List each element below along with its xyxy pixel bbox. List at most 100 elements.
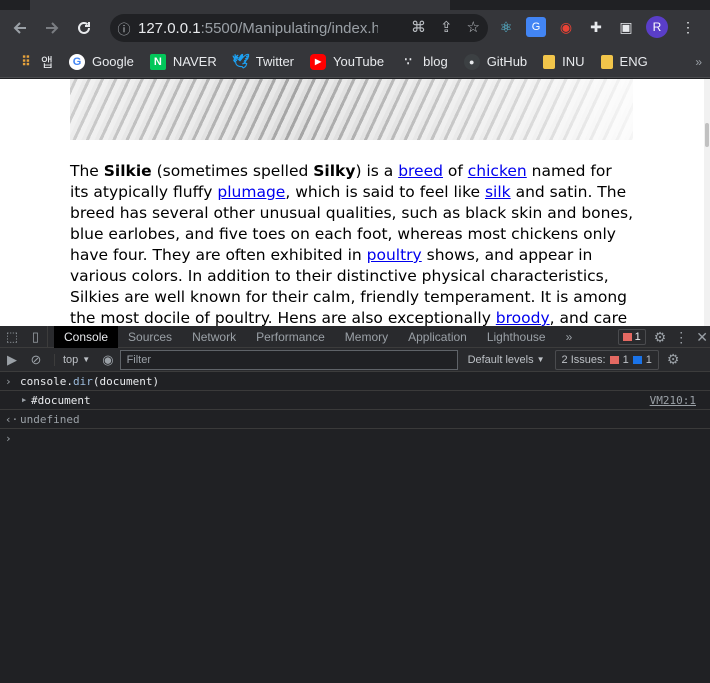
bookmark-star-icon[interactable]: ☆ [467,18,480,36]
github-icon: ● [463,53,480,70]
text: , which is said to feel like [285,183,485,201]
link-broody[interactable]: broody [496,309,550,326]
profile-avatar[interactable]: R [646,16,668,38]
text: (sometimes spelled [151,162,314,180]
result-arrow-icon: ‹· [5,412,19,426]
levels-label: Default levels [467,353,534,366]
console-settings-gear-icon[interactable]: ⚙ [667,351,680,368]
active-tab[interactable] [30,0,450,10]
tab-memory[interactable]: Memory [335,326,398,348]
console-output-line[interactable]: ▶ #document VM210:1 [0,391,710,410]
issues-label: 2 Issues: [561,353,606,366]
tab-lighthouse[interactable]: Lighthouse [477,326,556,348]
device-toolbar-icon[interactable]: ▯ [24,325,48,348]
bookmark-naver[interactable]: N NAVER [142,49,225,75]
web-page: The Silkie (sometimes spelled Silky) is … [0,79,710,326]
link-breed[interactable]: breed [398,162,443,180]
bookmarks-overflow-icon[interactable]: » [695,55,702,69]
link-plumage[interactable]: plumage [217,183,285,201]
issues-info-count: 1 [645,353,652,366]
reload-button[interactable] [68,12,100,44]
console-prompt[interactable]: › [0,429,710,448]
link-silk[interactable]: silk [485,183,511,201]
color-picker-icon[interactable]: ◉ [556,17,576,37]
console-output[interactable]: › console. dir (document) ▶ #document VM21… [0,372,710,448]
issues-error-count: 1 [622,353,629,366]
bookmark-label: INU [562,54,585,69]
text: ) is a [355,162,399,180]
extensions-puzzle-icon[interactable]: ✚ [586,17,606,37]
article-paragraph: The Silkie (sometimes spelled Silky) is … [70,161,635,326]
issues-button[interactable]: 2 Issues: 1 1 [554,349,659,370]
bookmark-google[interactable]: G Google [61,49,142,75]
devtools-menu-icon[interactable]: ⋮ [674,329,688,346]
tab-network[interactable]: Network [182,326,246,348]
chrome-menu-icon[interactable]: ⋮ [678,17,698,37]
blog-icon: ∵ [404,56,412,68]
naver-icon: N [149,53,166,70]
scrollbar-thumb[interactable] [705,123,709,147]
source-link[interactable]: VM210:1 [650,394,696,407]
apps-button[interactable]: ⠿ 앱 [10,49,61,75]
tab-application[interactable]: Application [398,326,477,348]
extensions-area: ⚛ G ◉ ✚ ▣ R ⋮ [496,16,698,38]
forward-button[interactable] [36,12,68,44]
output-object[interactable]: #document [31,394,91,407]
dropdown-arrow-icon: ▼ [536,355,545,364]
bookmark-twitter[interactable]: 🕊 Twitter [225,49,302,75]
bookmark-youtube[interactable]: ▶ YouTube [302,49,392,75]
bookmark-label: Google [91,54,134,69]
link-poultry[interactable]: poultry [367,246,422,264]
omnibox-actions: ⌘ ⇪ ☆ [411,18,480,36]
translate-icon[interactable]: ⌘ [411,18,426,36]
url-text[interactable]: 127.0.0.1:5500/Manipulating/index.ht... [138,20,378,37]
back-button[interactable] [4,12,36,44]
command-method: dir [72,374,93,388]
bold-term: Silkie [103,162,152,180]
devtools-panel: ⬚ ▯ Console Sources Network Performance … [0,325,710,683]
address-bar[interactable]: ⓘ 127.0.0.1:5500/Manipulating/index.ht..… [110,14,488,42]
page-scrollbar[interactable] [704,79,710,326]
site-info-icon[interactable]: ⓘ [110,19,138,38]
tab-console[interactable]: Console [54,325,119,348]
console-filter-input[interactable]: Filter [119,349,458,370]
react-devtools-icon[interactable]: ⚛ [496,17,516,37]
console-toolbar: ▶ ⊘ top ▼ ◉ Filter Default levels ▼ 2 Issu… [0,348,710,372]
tab-sources[interactable]: Sources [118,326,182,348]
context-selector[interactable]: top ▼ [54,353,91,366]
command-object: console. [20,374,73,388]
error-issue-icon [609,355,619,364]
inspect-element-icon[interactable]: ⬚ [0,326,24,348]
error-icon [622,333,632,341]
bookmark-label: Twitter [255,54,295,69]
clear-console-icon[interactable]: ⊘ [24,349,48,371]
bookmark-folder-inu[interactable]: INU [535,49,592,75]
error-count-badge[interactable]: 1 [617,329,646,345]
bookmark-folder-eng[interactable]: ENG [593,49,656,75]
twitter-icon: 🕊 [231,53,250,69]
bookmark-label: NAVER [172,54,217,69]
link-chicken[interactable]: chicken [468,162,527,180]
more-tabs-button[interactable]: » [556,326,583,348]
text: The [70,162,104,180]
close-devtools-icon[interactable]: ✕ [696,329,708,346]
expand-triangle-icon[interactable]: ▶ [22,396,26,404]
side-panel-icon[interactable]: ▣ [616,17,636,37]
sidebar-toggle-icon[interactable]: ▶ [0,349,24,371]
bookmark-github[interactable]: ● GitHub [456,49,535,75]
bookmark-label: blog [423,54,448,69]
tab-performance[interactable]: Performance [246,326,335,348]
command-args: (document) [92,374,160,388]
bookmark-label: ENG [619,54,648,69]
url-host: 127.0.0.1 [138,19,201,37]
dropdown-arrow-icon: ▼ [82,355,91,364]
translate-extension-icon[interactable]: G [526,17,546,37]
result-value: undefined [20,412,80,426]
log-levels-dropdown[interactable]: Default levels ▼ [468,354,545,366]
devtools-actions: 1 ⚙ ⋮ ✕ [617,326,710,348]
share-icon[interactable]: ⇪ [440,18,453,36]
bookmark-blog[interactable]: ∵ blog [392,49,456,75]
live-expression-eye-icon[interactable]: ◉ [102,352,113,368]
input-chevron-icon: › [5,374,12,388]
settings-gear-icon[interactable]: ⚙ [654,329,667,346]
